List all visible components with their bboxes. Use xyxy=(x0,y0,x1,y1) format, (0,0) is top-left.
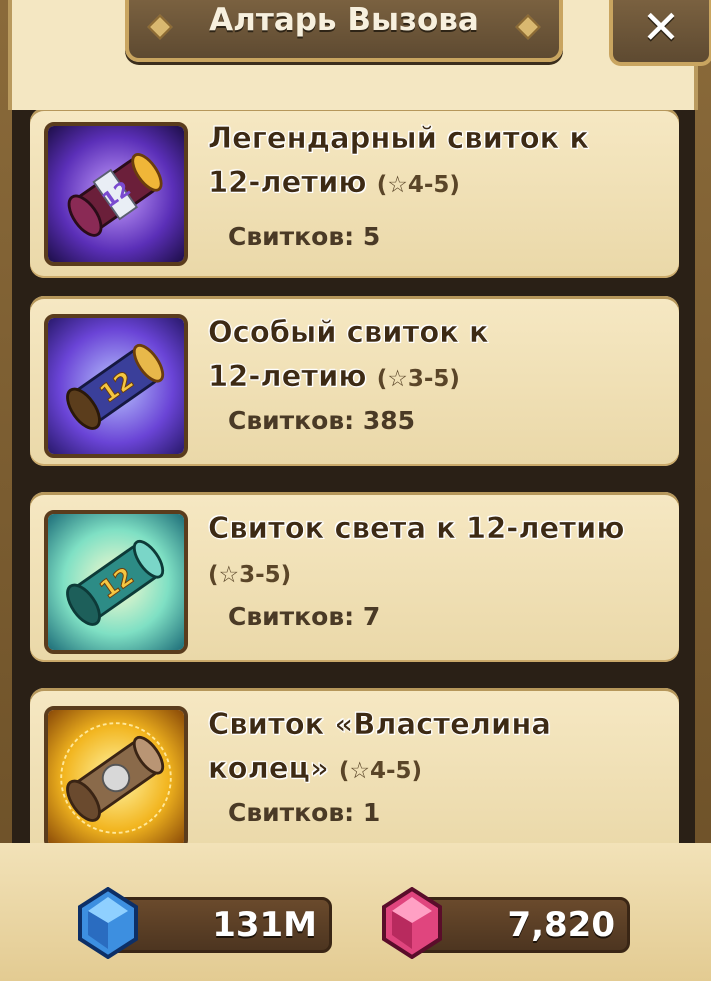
special-scroll-icon: 12 xyxy=(44,314,188,458)
scroll-count: Свитков: 385 xyxy=(228,406,416,435)
scroll-name: Легендарный свиток к 12-летию (☆4-5) xyxy=(208,121,590,200)
scroll-card-legendary[interactable]: 12 Легендарный свиток к 12-летию (☆4-5) … xyxy=(30,110,679,278)
crystal-balance: 131M xyxy=(108,897,332,953)
blue-crystal-icon xyxy=(78,887,138,959)
legendary-scroll-icon: 12 xyxy=(44,122,188,266)
star-range: (☆3-5) xyxy=(376,366,460,392)
pink-crystal-icon xyxy=(382,887,442,959)
scroll-card-light[interactable]: 12 Свиток света к 12-летию (☆3-5) Свитко… xyxy=(30,492,679,662)
light-scroll-icon: 12 xyxy=(44,510,188,654)
window-title: Алтарь Вызова xyxy=(209,2,479,38)
scroll-count: Свитков: 5 xyxy=(228,222,381,251)
scroll-card-special[interactable]: 12 Особый свиток к 12-летию (☆3-5) Свитк… xyxy=(30,296,679,466)
scroll-card-lotr[interactable]: Свиток «Властелина колец» (☆4-5) Свитков… xyxy=(30,688,679,843)
star-range: (☆3-5) xyxy=(208,562,292,588)
scroll-list[interactable]: 12 Легендарный свиток к 12-летию (☆4-5) … xyxy=(12,110,695,843)
lotr-scroll-icon xyxy=(44,706,188,843)
star-range: (☆4-5) xyxy=(376,172,460,198)
close-button[interactable]: ✕ xyxy=(609,0,711,66)
scroll-name: Свиток света к 12-летию (☆3-5) xyxy=(208,511,625,588)
scroll-name: Особый свиток к 12-летию (☆3-5) xyxy=(208,315,489,394)
scroll-count: Свитков: 7 xyxy=(228,602,381,631)
star-range: (☆4-5) xyxy=(338,758,423,784)
scroll-count: Свитков: 1 xyxy=(228,798,381,827)
scroll-name: Свиток «Властелина колец» (☆4-5) xyxy=(208,707,552,786)
title-plate: Алтарь Вызова xyxy=(125,0,563,62)
